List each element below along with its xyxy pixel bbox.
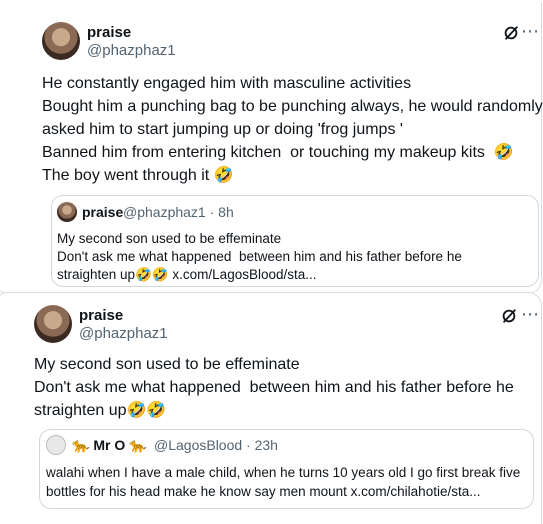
quote-author-name: 🐆 Mr O 🐆 [72, 437, 147, 453]
author-name[interactable]: praise [87, 24, 131, 41]
more-icon[interactable]: ⋯ [521, 22, 540, 40]
quote-avatar [46, 435, 66, 455]
quote-text-line: My second son used to be effeminate [57, 231, 282, 246]
post-text-line: My second son used to be effeminate [34, 356, 300, 373]
grok-icon[interactable] [500, 307, 518, 325]
avatar[interactable] [42, 22, 80, 60]
quoted-post[interactable]: praise @phazphaz1 · 8h My second son use… [51, 195, 539, 287]
author-name[interactable]: praise [79, 307, 123, 324]
post-text-line: asked him to start jumping up or doing '… [42, 121, 403, 138]
quote-meta: @phazphaz1 · 8h [123, 204, 234, 220]
grok-icon[interactable] [502, 24, 520, 42]
quoted-post[interactable]: 🐆 Mr O 🐆 @LagosBlood · 23h walahi when I… [39, 429, 534, 509]
post-text-line: Banned him from entering kitchen or touc… [42, 144, 514, 161]
post-text-line: Bought him a punching bag to be punching… [42, 98, 543, 115]
quote-meta: @LagosBlood · 23h [154, 437, 278, 453]
quote-text-line: Don't ask me what happened between him a… [57, 249, 462, 264]
quote-text-line: bottles for his head make he know say me… [46, 484, 481, 499]
author-handle[interactable]: @phazphaz1 [79, 325, 168, 342]
author-handle[interactable]: @phazphaz1 [87, 42, 176, 59]
more-icon[interactable]: ⋯ [521, 305, 540, 323]
post-card[interactable]: praise @phazphaz1 ⋯ My second son used t… [0, 292, 542, 524]
post-text-line: He constantly engaged him with masculine… [42, 75, 412, 92]
quote-author-name: praise [82, 204, 124, 220]
post-text-line: straighten up🤣🤣 [34, 402, 167, 419]
quote-text-line: walahi when I have a male child, when he… [46, 465, 521, 480]
avatar[interactable] [34, 305, 72, 343]
post-text-line: The boy went through it 🤣 [42, 167, 234, 184]
quote-avatar [57, 202, 77, 222]
post-card[interactable]: praise @phazphaz1 ⋯ He constantly engage… [0, 2, 543, 294]
quote-text-line: straighten up🤣🤣 x.com/LagosBlood/sta... [57, 267, 317, 282]
post-text-line: Don't ask me what happened between him a… [34, 379, 514, 396]
